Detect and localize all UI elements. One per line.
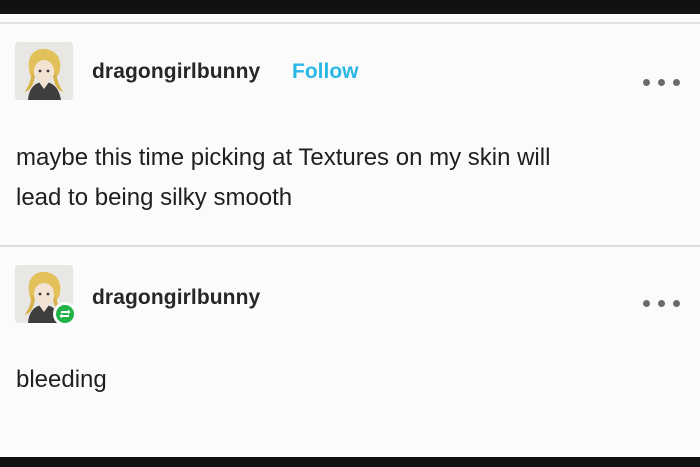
- post-thread: dragongirlbunny Follow maybe this time p…: [0, 14, 700, 457]
- screenshot-border-top: [0, 0, 700, 14]
- top-divider: [0, 22, 700, 24]
- post-body-line: maybe this time picking at Textures on m…: [16, 144, 551, 171]
- menu-dot: [643, 299, 650, 307]
- post-divider: [0, 245, 700, 247]
- menu-dot: [658, 78, 665, 86]
- menu-dot: [673, 299, 680, 307]
- more-options-icon[interactable]: [643, 293, 680, 313]
- post-body: bleeding: [16, 360, 686, 400]
- post-username[interactable]: dragongirlbunny: [92, 286, 260, 310]
- reblog-icon: [53, 302, 77, 326]
- menu-dot: [658, 299, 665, 307]
- post-username[interactable]: dragongirlbunny: [92, 60, 260, 84]
- more-options-icon[interactable]: [643, 72, 680, 92]
- avatar-icon[interactable]: [15, 265, 77, 326]
- post-body-line: bleeding: [16, 366, 107, 393]
- avatar-icon[interactable]: [15, 42, 73, 100]
- follow-button[interactable]: Follow: [292, 60, 359, 84]
- post-body-line: lead to being silky smooth: [16, 184, 293, 211]
- menu-dot: [643, 78, 650, 86]
- post-body: maybe this time picking at Textures on m…: [16, 138, 686, 218]
- screenshot-border-bottom: [0, 457, 700, 467]
- menu-dot: [673, 78, 680, 86]
